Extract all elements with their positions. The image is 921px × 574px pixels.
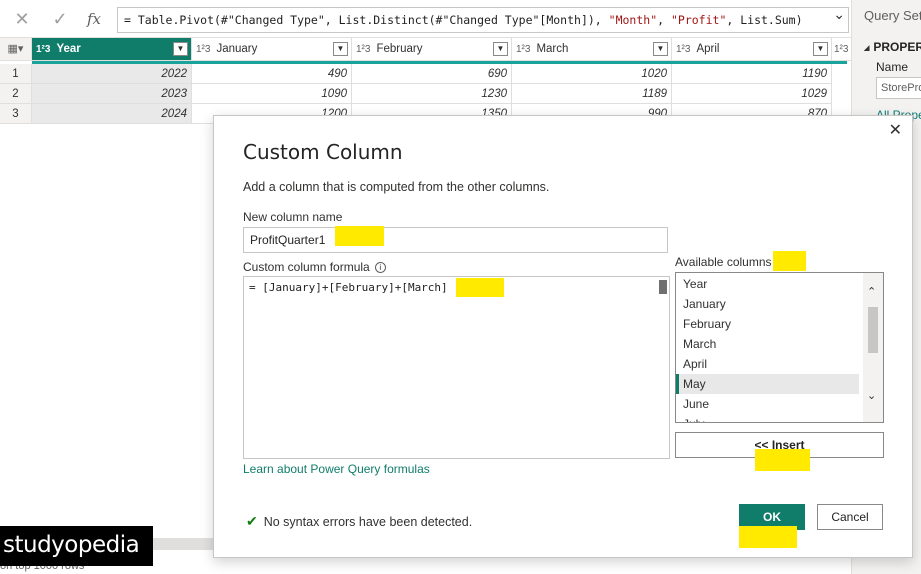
table-cell[interactable]: 1090 bbox=[192, 84, 352, 104]
column-header-february[interactable]: 1²3 February ▼ bbox=[352, 38, 512, 61]
scroll-down-icon[interactable]: ⌄ bbox=[867, 389, 876, 402]
filter-dropdown-icon[interactable]: ▼ bbox=[653, 42, 668, 56]
fx-icon[interactable]: fx bbox=[82, 8, 106, 30]
table-cell[interactable]: 2024 bbox=[32, 104, 192, 124]
custom-formula-editor[interactable]: = [January]+[February]+[March] bbox=[243, 276, 670, 459]
available-columns-list[interactable]: Year January February March April May Ju… bbox=[675, 272, 884, 423]
formula-scrollbar[interactable] bbox=[659, 280, 667, 294]
cancel-icon[interactable]: ✕ bbox=[10, 8, 34, 30]
formula-bar: ✕ ✓ fx = Table.Pivot(#"Changed Type", Li… bbox=[0, 0, 851, 38]
formula-label: Custom column formula i bbox=[243, 260, 386, 274]
custom-column-dialog: ✕ Custom Column Add a column that is com… bbox=[213, 115, 913, 558]
highlight-mark bbox=[773, 251, 806, 271]
filter-dropdown-icon[interactable]: ▼ bbox=[493, 42, 508, 56]
commit-icon[interactable]: ✓ bbox=[48, 8, 72, 30]
highlight-mark bbox=[335, 226, 384, 246]
table-cell[interactable]: 490 bbox=[192, 64, 352, 84]
list-item[interactable]: Year bbox=[676, 274, 859, 294]
info-icon[interactable]: i bbox=[374, 262, 386, 274]
table-cell[interactable]: 2022 bbox=[32, 64, 192, 84]
dialog-description: Add a column that is computed from the o… bbox=[243, 180, 550, 194]
filter-dropdown-icon[interactable]: ▼ bbox=[813, 42, 828, 56]
list-item[interactable]: February bbox=[676, 314, 859, 334]
learn-formulas-link[interactable]: Learn about Power Query formulas bbox=[243, 462, 430, 476]
highlight-mark bbox=[456, 278, 504, 297]
scroll-thumb[interactable] bbox=[868, 307, 878, 353]
list-item-selected[interactable]: May bbox=[676, 374, 859, 394]
highlight-mark bbox=[755, 449, 810, 471]
list-item[interactable]: July bbox=[676, 414, 859, 422]
list-item[interactable]: January bbox=[676, 294, 859, 314]
new-column-name-input[interactable]: ProfitQuarter1 bbox=[243, 227, 668, 253]
table-cell[interactable]: 2023 bbox=[32, 84, 192, 104]
expand-formula-chevron-icon[interactable]: ⌄ bbox=[833, 6, 845, 23]
highlight-mark bbox=[739, 526, 797, 548]
formula-text: = [January]+[February]+[March] bbox=[249, 281, 448, 294]
query-name-input[interactable]: StoreProfit bbox=[876, 77, 921, 99]
table-cell[interactable]: 1230 bbox=[352, 84, 512, 104]
column-header-april[interactable]: 1²3 April ▼ bbox=[672, 38, 832, 61]
watermark-logo: studyopedia bbox=[0, 526, 153, 566]
filter-dropdown-icon[interactable]: ▼ bbox=[173, 42, 188, 56]
cancel-button[interactable]: Cancel bbox=[817, 504, 883, 530]
list-scrollbar[interactable]: ⌃ ⌄ bbox=[863, 273, 883, 422]
list-item[interactable]: March bbox=[676, 334, 859, 354]
properties-heading[interactable]: PROPERTIES bbox=[864, 40, 921, 54]
row-number: 1 bbox=[0, 64, 32, 84]
table-cell[interactable]: 690 bbox=[352, 64, 512, 84]
column-header-january[interactable]: 1²3 January ▼ bbox=[192, 38, 352, 61]
formula-input[interactable]: = Table.Pivot(#"Changed Type", List.Dist… bbox=[117, 7, 849, 33]
query-name-label: Name bbox=[876, 60, 909, 74]
column-header-march[interactable]: 1²3 March ▼ bbox=[512, 38, 672, 61]
table-cell[interactable]: 1029 bbox=[672, 84, 832, 104]
table-cell[interactable]: 1189 bbox=[512, 84, 672, 104]
syntax-status: ✔ No syntax errors have been detected. bbox=[246, 513, 473, 529]
new-column-name-label: New column name bbox=[243, 210, 343, 224]
row-number: 2 bbox=[0, 84, 32, 104]
list-item[interactable]: June bbox=[676, 394, 859, 414]
close-icon[interactable]: ✕ bbox=[889, 120, 902, 140]
query-settings-title: Query Settings bbox=[864, 8, 921, 23]
column-header-year[interactable]: 1²3 Year ▼ bbox=[32, 38, 192, 61]
column-header-may[interactable]: 1²3 bbox=[832, 38, 851, 61]
filter-dropdown-icon[interactable]: ▼ bbox=[333, 42, 348, 56]
check-icon: ✔ bbox=[246, 513, 258, 529]
table-cell[interactable]: 1020 bbox=[512, 64, 672, 84]
table-cell[interactable]: 1190 bbox=[672, 64, 832, 84]
row-number: 3 bbox=[0, 104, 32, 124]
dialog-title: Custom Column bbox=[243, 140, 403, 164]
available-columns-label: Available columns bbox=[675, 255, 772, 269]
scroll-up-icon[interactable]: ⌃ bbox=[867, 285, 876, 298]
table-menu-icon[interactable]: ▦▾ bbox=[0, 38, 32, 61]
list-item[interactable]: April bbox=[676, 354, 859, 374]
